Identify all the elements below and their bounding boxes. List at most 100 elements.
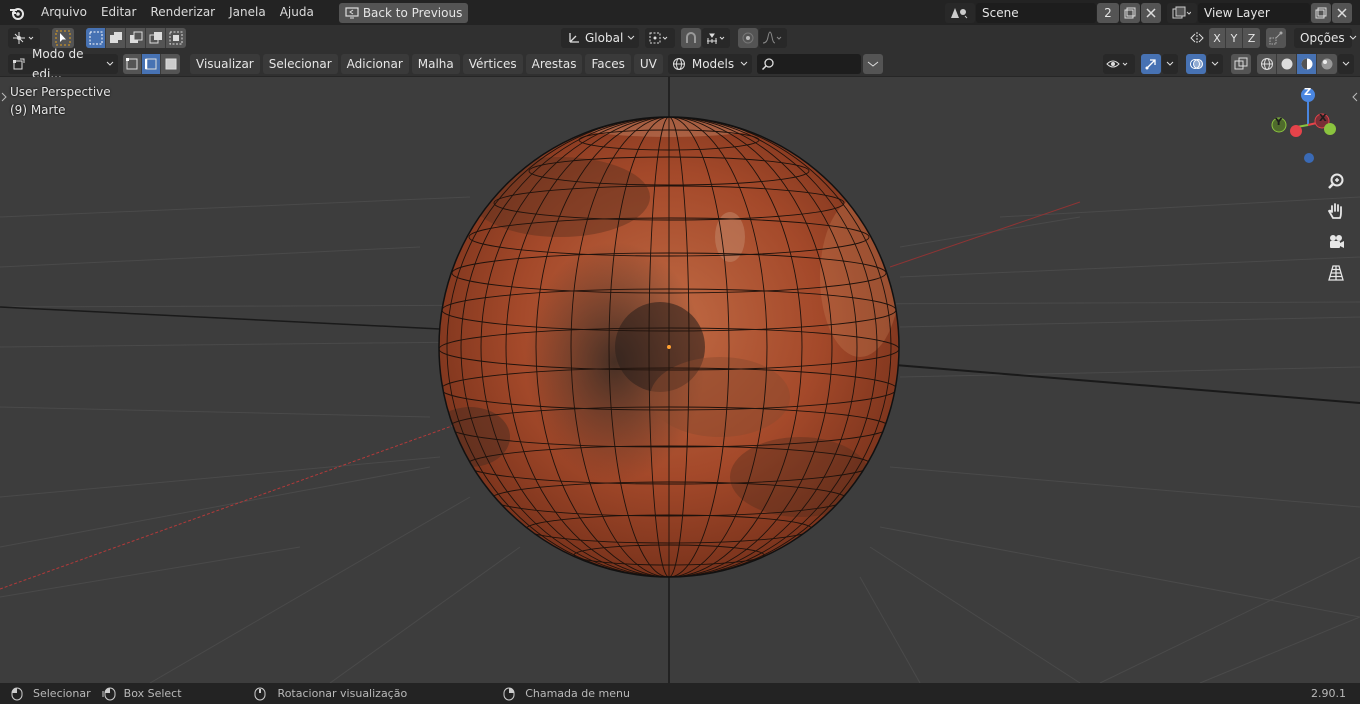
scene-selector-button[interactable] [945, 2, 975, 23]
select-intersect-button[interactable] [166, 28, 186, 48]
search-options-button[interactable] [862, 53, 883, 74]
back-to-previous-label: Back to Previous [362, 5, 463, 20]
mirror-y-toggle[interactable]: Y [1226, 28, 1243, 48]
3d-viewport[interactable]: User Perspective (9) Marte Z Y X [0, 77, 1360, 683]
mirror-z-toggle[interactable]: Z [1243, 28, 1260, 48]
menu-selecionar[interactable]: Selecionar [262, 53, 338, 74]
select-subtract-button[interactable] [126, 28, 146, 48]
snap-target-dropdown[interactable] [702, 28, 730, 48]
scene-users-count[interactable]: 2 [1097, 2, 1119, 23]
snap-toggle-button[interactable] [681, 28, 701, 48]
proportional-editing-toggle[interactable] [738, 28, 758, 48]
transform-orientation-dropdown[interactable]: Global [561, 28, 639, 48]
viewport-scene [0, 77, 1360, 683]
wireframe-shading-button[interactable] [1257, 53, 1277, 74]
shading-mode-group [1257, 53, 1337, 74]
magnet-icon [684, 31, 698, 45]
hand-icon [1327, 202, 1345, 220]
gizmo-neg-z-axis [1304, 153, 1314, 163]
scene-name-field[interactable]: Scene [976, 2, 1096, 23]
pivot-point-dropdown[interactable] [645, 28, 675, 48]
menu-arquivo[interactable]: Arquivo [34, 0, 94, 25]
menu-arestas[interactable]: Arestas [525, 53, 583, 74]
perspective-toggle-button[interactable] [1323, 260, 1349, 286]
menu-vertices[interactable]: Vértices [462, 53, 523, 74]
zoom-button[interactable] [1323, 168, 1349, 194]
gizmo-icon [1144, 57, 1158, 71]
delete-view-layer-button[interactable] [1332, 2, 1352, 23]
auto-merge-icon [1269, 31, 1283, 45]
back-to-previous-button[interactable]: Back to Previous [338, 2, 469, 23]
mouse-right-icon [503, 687, 515, 701]
menu-faces[interactable]: Faces [585, 53, 631, 74]
mirror-x-toggle[interactable]: X [1209, 28, 1226, 48]
pan-button[interactable] [1323, 198, 1349, 224]
rendered-shading-button[interactable] [1317, 54, 1337, 74]
edit-mode-icon [12, 57, 26, 71]
menu-janela[interactable]: Janela [222, 0, 273, 25]
camera-icon [1327, 233, 1345, 251]
menu-visualizar[interactable]: Visualizar [190, 53, 260, 74]
camera-view-button[interactable] [1323, 229, 1349, 255]
toolbar-expand-icon[interactable] [0, 91, 8, 103]
navigation-gizmo[interactable]: Z Y X [1268, 85, 1352, 169]
duplicate-icon [1315, 7, 1327, 19]
overlays-toggle[interactable] [1186, 53, 1206, 74]
view-layer-selector-button[interactable] [1167, 2, 1197, 23]
globe-icon [672, 57, 686, 71]
menu-editar[interactable]: Editar [94, 0, 144, 25]
select-invert-button[interactable] [146, 28, 166, 48]
solid-shading-button[interactable] [1277, 53, 1297, 74]
select-extend-button[interactable] [106, 28, 126, 48]
eye-icon [1106, 57, 1130, 71]
mouse-middle-icon [254, 687, 266, 701]
proportional-falloff-dropdown[interactable] [759, 28, 787, 48]
pivot-icon [648, 31, 670, 45]
options-dropdown[interactable]: Opções [1294, 28, 1356, 48]
perspective-label: User Perspective [10, 85, 111, 99]
menu-renderizar[interactable]: Renderizar [143, 0, 222, 25]
tool-header: Global X Y Z Opções [0, 25, 1360, 51]
face-select-mode-button[interactable] [161, 54, 180, 74]
search-icon [761, 57, 775, 71]
xray-toggle[interactable] [1231, 53, 1251, 74]
new-scene-button[interactable] [1120, 2, 1140, 23]
overlays-icon [1189, 57, 1203, 71]
material-preview-button[interactable] [1297, 53, 1317, 74]
gizmo-options-dropdown[interactable] [1162, 53, 1178, 74]
chevron-down-icon [1349, 35, 1357, 41]
shading-options-dropdown[interactable] [1338, 53, 1354, 74]
mode-dropdown[interactable]: Modo de edi... [8, 47, 118, 81]
vertex-select-mode-button[interactable] [123, 53, 142, 74]
collection-dropdown[interactable]: Models [667, 53, 752, 74]
view-layer-field[interactable]: View Layer [1198, 2, 1310, 23]
edge-select-mode-button[interactable] [142, 53, 161, 74]
overlays-options-dropdown[interactable] [1207, 53, 1223, 74]
menu-uv[interactable]: UV [633, 53, 663, 74]
zoom-icon [1327, 172, 1345, 190]
menu-ajuda[interactable]: Ajuda [273, 0, 321, 25]
gizmo-y-axis [1324, 123, 1336, 135]
gizmo-toggle[interactable] [1141, 53, 1161, 74]
gizmo-x-axis [1290, 125, 1302, 137]
visibility-dropdown[interactable] [1103, 53, 1135, 74]
new-view-layer-button[interactable] [1311, 2, 1331, 23]
search-input[interactable] [756, 53, 861, 74]
menu-adicionar[interactable]: Adicionar [340, 53, 409, 74]
menu-malha[interactable]: Malha [411, 53, 460, 74]
object-label: (9) Marte [10, 103, 66, 117]
screen-icon [345, 6, 359, 19]
blender-logo-icon[interactable] [0, 0, 34, 25]
auto-merge-toggle[interactable] [1266, 28, 1286, 48]
close-icon [1337, 7, 1347, 18]
version-label: 2.90.1 [1311, 687, 1346, 700]
mirror-options-icon[interactable] [1187, 28, 1207, 48]
orientation-icon [567, 31, 581, 45]
transform-orientation-label: Global [585, 31, 624, 45]
delete-scene-button[interactable] [1141, 2, 1161, 23]
snap-increment-icon [705, 31, 727, 45]
falloff-curve-icon [762, 31, 784, 45]
gizmo-x-label: X [1319, 113, 1327, 124]
mouse-drag-icon [102, 687, 116, 701]
status-bar: Selecionar Box Select Rotacionar visuali… [0, 683, 1360, 704]
